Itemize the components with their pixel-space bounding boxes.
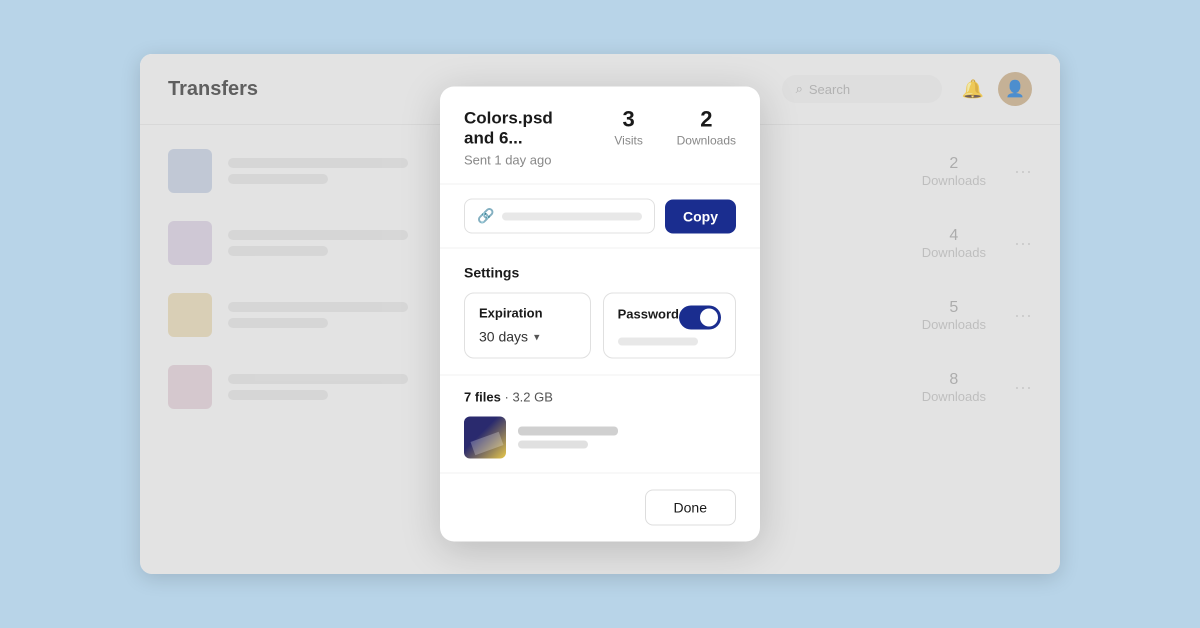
expiration-card: Expiration 30 days ▾ <box>464 293 591 359</box>
modal-link-row: 🔗 Copy <box>440 185 760 249</box>
copy-button[interactable]: Copy <box>665 199 736 233</box>
settings-label: Settings <box>464 265 736 281</box>
modal-stat-downloads: 2 Downloads <box>677 109 736 148</box>
password-card: Password <box>603 293 736 359</box>
expiration-label: Expiration <box>479 306 576 321</box>
downloads-label: Downloads <box>677 134 736 148</box>
link-bar <box>502 212 642 220</box>
password-bar <box>618 338 698 346</box>
password-bar-row <box>618 338 721 346</box>
modal-settings: Settings Expiration 30 days ▾ Password <box>440 249 760 376</box>
files-count: 7 files <box>464 390 501 405</box>
password-card-inner: Password <box>618 306 721 330</box>
modal-subtitle: Sent 1 day ago <box>464 153 581 168</box>
password-label: Password <box>618 306 679 321</box>
modal-footer: Done <box>440 474 760 542</box>
modal-header: Colors.psd and 6... Sent 1 day ago 3 Vis… <box>440 87 760 185</box>
file-name-bar <box>518 427 618 436</box>
files-size: 3.2 GB <box>512 390 552 405</box>
file-size-bar <box>518 441 588 449</box>
file-thumbnail <box>464 417 506 459</box>
file-item <box>464 417 736 459</box>
expiration-select[interactable]: 30 days ▾ <box>479 329 576 345</box>
toggle-knob <box>700 309 718 327</box>
chevron-down-icon: ▾ <box>534 330 540 343</box>
downloads-count: 2 <box>700 109 712 131</box>
file-thumb-stripe <box>471 432 504 455</box>
modal-files: 7 files · 3.2 GB <box>440 376 760 474</box>
modal-title-area: Colors.psd and 6... Sent 1 day ago <box>464 109 581 168</box>
modal-stat-visits: 3 Visits <box>605 109 653 148</box>
modal-title: Colors.psd and 6... <box>464 109 581 149</box>
done-button[interactable]: Done <box>645 490 736 526</box>
file-info <box>518 427 618 449</box>
files-header: 7 files · 3.2 GB <box>464 390 736 405</box>
link-icon: 🔗 <box>477 208 494 225</box>
expiration-value: 30 days <box>479 329 528 345</box>
link-input[interactable]: 🔗 <box>464 199 655 234</box>
visits-count: 3 <box>623 109 635 131</box>
visits-label: Visits <box>614 134 642 148</box>
app-window: Transfers ⌕ Search 🔔 👤 2 Downloads ··· <box>140 54 1060 574</box>
modal-dialog: Colors.psd and 6... Sent 1 day ago 3 Vis… <box>440 87 760 542</box>
settings-cards: Expiration 30 days ▾ Password <box>464 293 736 359</box>
password-toggle[interactable] <box>679 306 721 330</box>
